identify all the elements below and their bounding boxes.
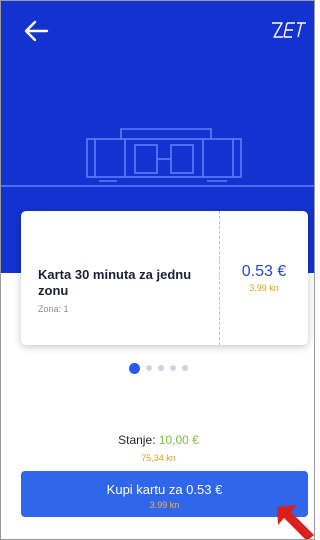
page-dot-5[interactable]: [182, 365, 188, 371]
zet-logo: [272, 22, 306, 38]
buy-button-kn: 3.99 kn: [149, 500, 180, 510]
buy-ticket-button[interactable]: Kupi kartu za 0.53 € 3.99 kn: [21, 471, 308, 517]
balance-kn: 75,34 kn: [141, 453, 176, 463]
balance-value: 10,00 €: [158, 433, 199, 447]
ticket-card[interactable]: Karta 30 minuta za jednu zonu Zona: 1 0.…: [21, 211, 308, 345]
banner-divider: [1, 185, 314, 187]
pointer-arrow-icon: [277, 505, 314, 539]
ticket-zone: Zona: 1: [38, 304, 69, 314]
balance-line: Stanje: 10,00 €: [1, 433, 314, 447]
page-dot-2[interactable]: [146, 365, 152, 371]
app-screen: Karta 30 minuta za jednu zonu Zona: 1 0.…: [0, 0, 315, 540]
ticket-price-eur: 0.53 €: [241, 263, 287, 280]
balance-label: Stanje:: [118, 433, 159, 447]
buy-button-label: Kupi kartu za 0.53 €: [106, 482, 223, 497]
ticket-price-kn: 3.99 kn: [249, 283, 279, 293]
page-indicator: [129, 362, 188, 374]
tram-illustration: [86, 128, 242, 182]
arrow-left-icon[interactable]: [23, 19, 49, 43]
page-dot-1[interactable]: [129, 362, 140, 374]
ticket-name: Karta 30 minuta za jednu zonu: [38, 267, 192, 298]
page-dot-4[interactable]: [170, 365, 176, 371]
page-dot-3[interactable]: [158, 365, 164, 371]
